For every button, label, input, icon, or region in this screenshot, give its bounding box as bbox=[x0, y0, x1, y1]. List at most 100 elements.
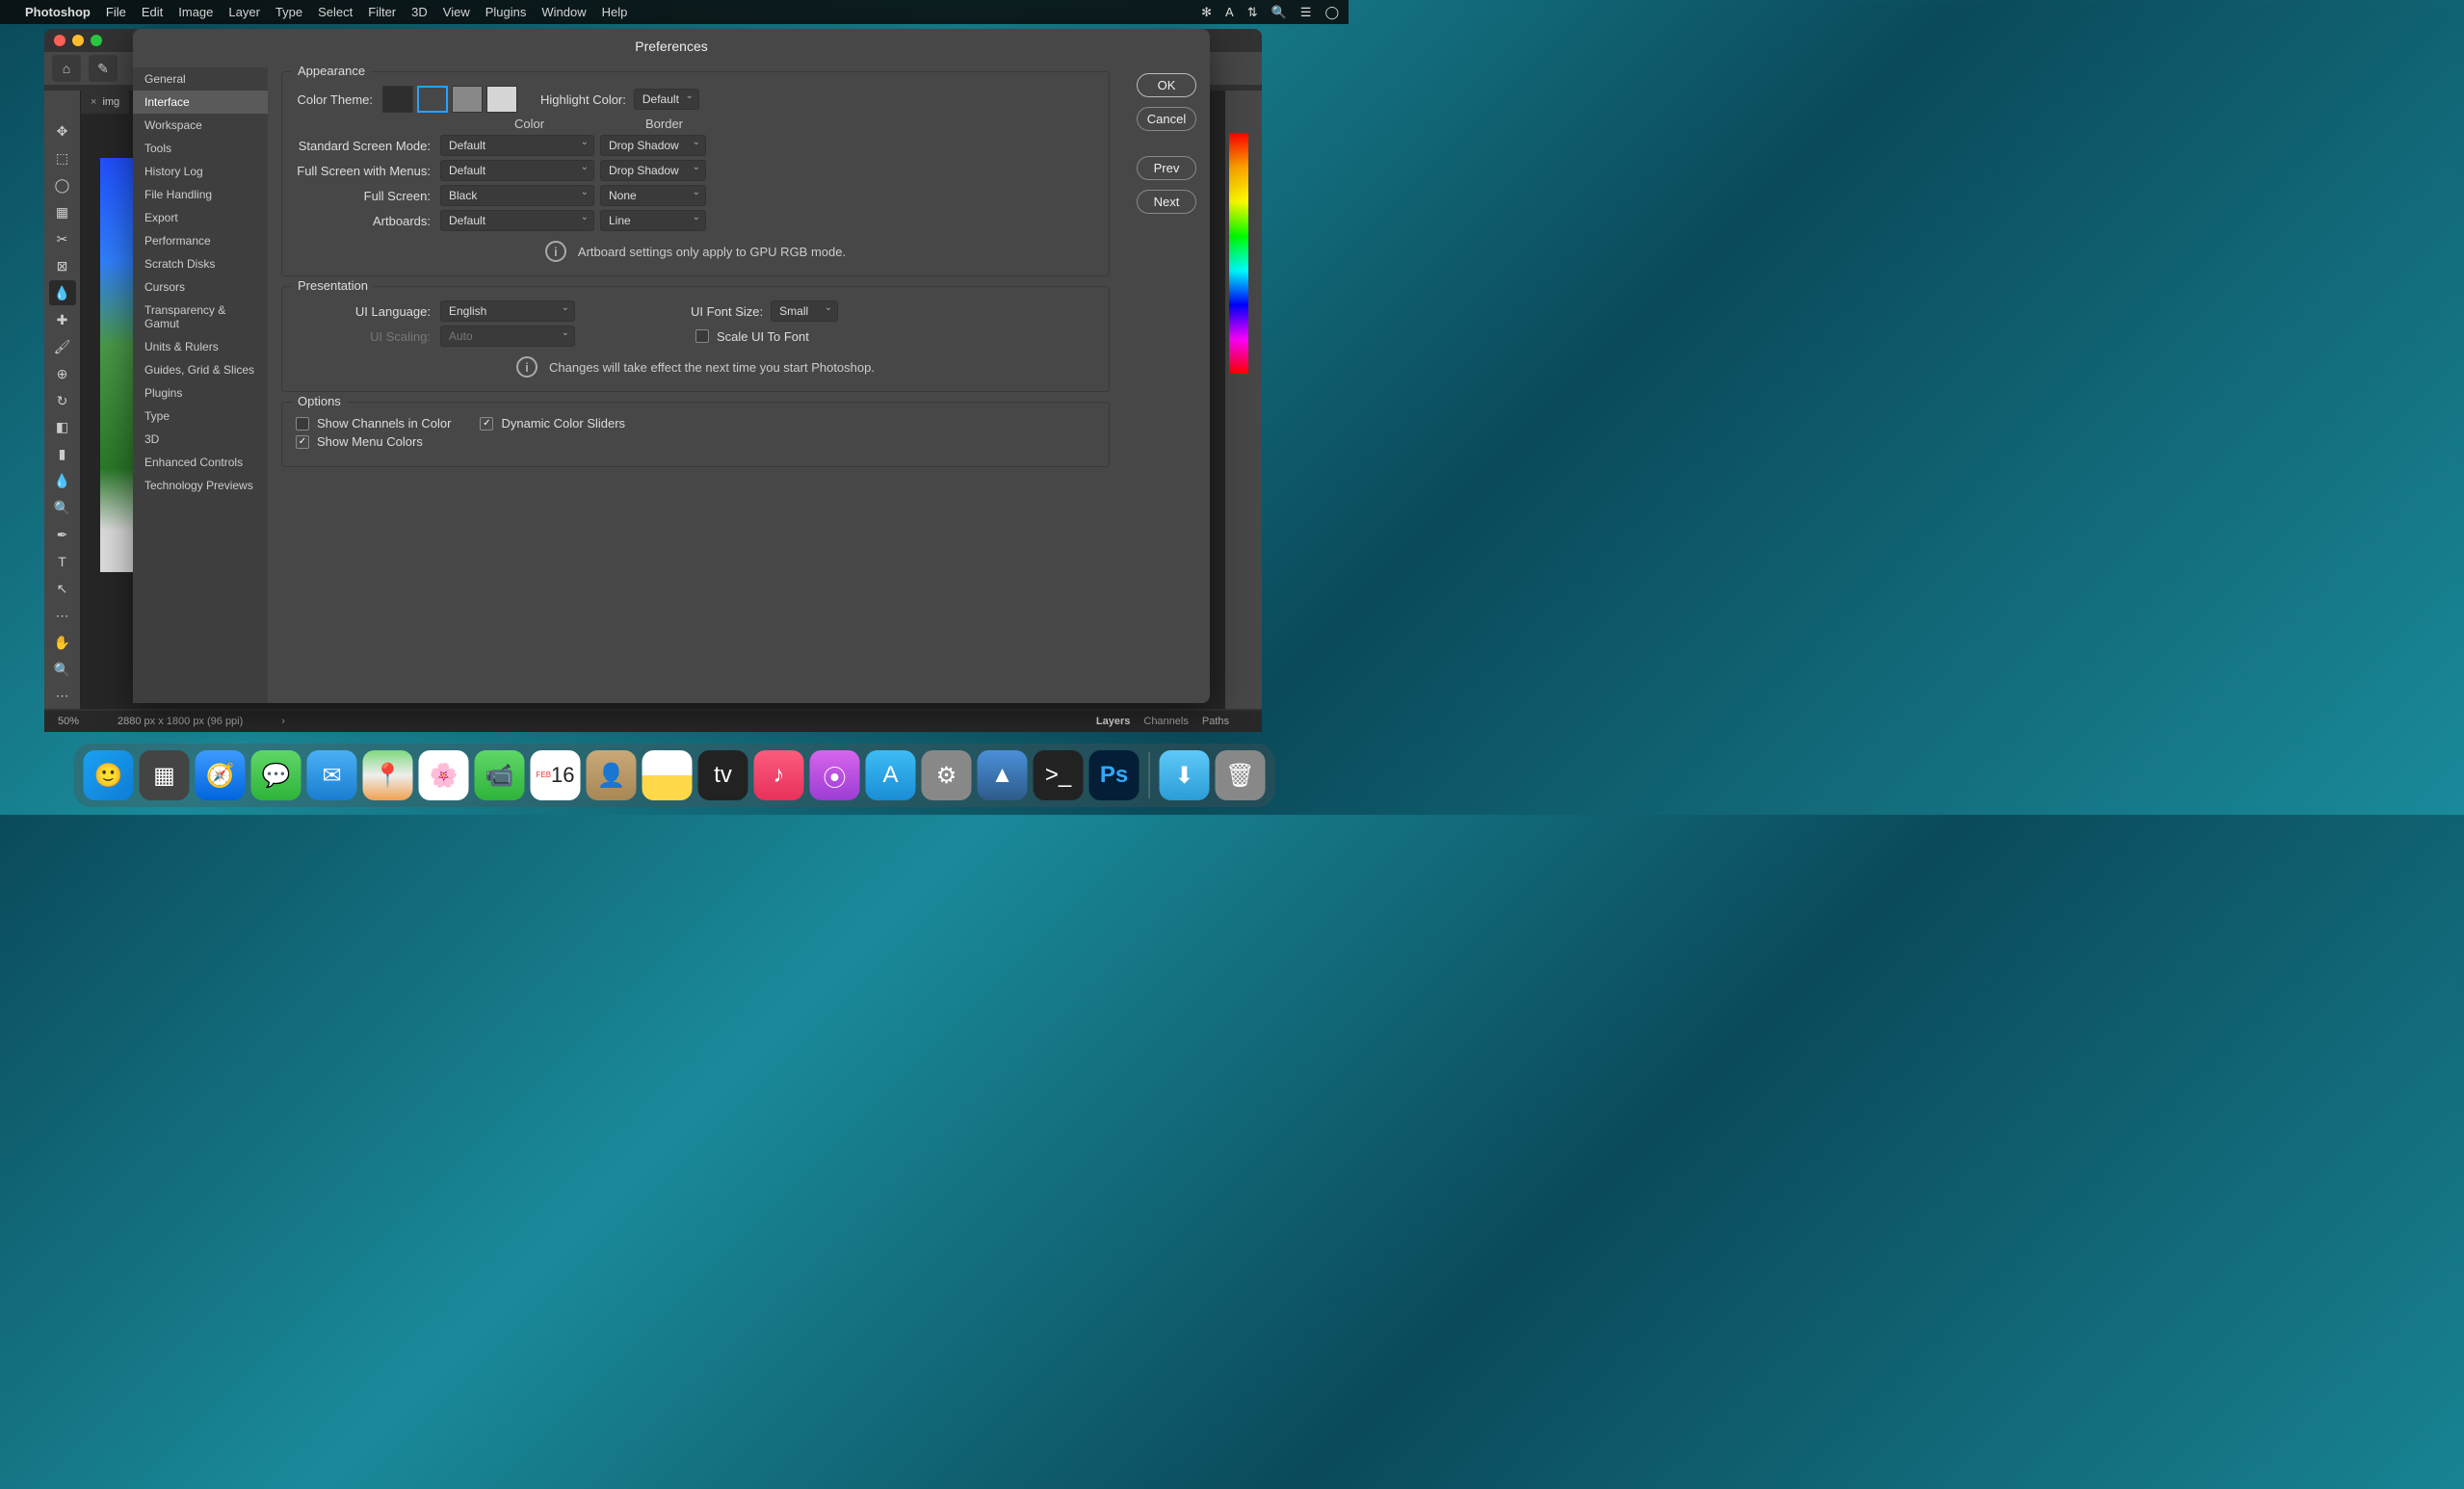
fsm-color[interactable]: Default bbox=[440, 160, 594, 181]
cat-history[interactable]: History Log bbox=[133, 160, 268, 183]
highlight-select[interactable]: Default bbox=[634, 89, 699, 110]
menu-layer[interactable]: Layer bbox=[228, 5, 260, 19]
tv-icon[interactable]: tv bbox=[698, 750, 748, 800]
nordic-app-icon[interactable]: ▲ bbox=[978, 750, 1028, 800]
notes-icon[interactable] bbox=[642, 750, 693, 800]
theme-dark[interactable] bbox=[382, 86, 413, 113]
cat-cursors[interactable]: Cursors bbox=[133, 275, 268, 299]
settings-icon[interactable]: ⚙ bbox=[922, 750, 972, 800]
cat-tools[interactable]: Tools bbox=[133, 137, 268, 160]
maps-icon[interactable]: 📍 bbox=[363, 750, 413, 800]
clock-icon[interactable]: ◯ bbox=[1324, 5, 1339, 20]
tab-channels[interactable]: Channels bbox=[1143, 716, 1188, 727]
menu-file[interactable]: File bbox=[106, 5, 126, 19]
eyedropper-options[interactable]: ✎ bbox=[89, 55, 118, 82]
healing-tool[interactable]: ✚ bbox=[49, 307, 76, 332]
theme-medium-light[interactable] bbox=[452, 86, 483, 113]
cat-general[interactable]: General bbox=[133, 67, 268, 91]
cat-scratch[interactable]: Scratch Disks bbox=[133, 252, 268, 275]
fs-border[interactable]: None bbox=[600, 185, 706, 206]
color-spectrum[interactable] bbox=[1229, 133, 1248, 374]
cat-3d[interactable]: 3D bbox=[133, 428, 268, 451]
eraser-tool[interactable]: ◧ bbox=[49, 415, 76, 440]
scale-ui-cb[interactable]: Scale UI To Font bbox=[695, 329, 809, 344]
more-tools[interactable]: ⋯ bbox=[49, 603, 76, 628]
move-tool[interactable]: ✥ bbox=[49, 119, 76, 144]
dodge-tool[interactable]: 🔍 bbox=[49, 496, 76, 521]
menu-filter[interactable]: Filter bbox=[368, 5, 396, 19]
edit-toolbar[interactable]: ⋯ bbox=[49, 684, 76, 709]
eyedropper-tool[interactable]: 💧 bbox=[49, 280, 76, 305]
contacts-icon[interactable]: 👤 bbox=[587, 750, 637, 800]
cat-interface[interactable]: Interface bbox=[133, 91, 268, 114]
brush-tool[interactable]: 🖌 bbox=[49, 334, 76, 359]
search-icon[interactable]: 🔍 bbox=[1271, 5, 1287, 20]
theme-light[interactable] bbox=[486, 86, 517, 113]
fsm-border[interactable]: Drop Shadow bbox=[600, 160, 706, 181]
minimize-window[interactable] bbox=[72, 35, 84, 46]
cat-plugins[interactable]: Plugins bbox=[133, 381, 268, 405]
menu-window[interactable]: Window bbox=[541, 5, 586, 19]
close-tab-icon[interactable]: × bbox=[91, 96, 96, 108]
cat-type[interactable]: Type bbox=[133, 405, 268, 428]
cat-guides[interactable]: Guides, Grid & Slices bbox=[133, 358, 268, 381]
path-select-tool[interactable]: ↖ bbox=[49, 576, 76, 601]
cat-enhanced[interactable]: Enhanced Controls bbox=[133, 451, 268, 474]
menu-edit[interactable]: Edit bbox=[142, 5, 163, 19]
safari-icon[interactable]: 🧭 bbox=[196, 750, 246, 800]
gradient-tool[interactable]: ▮ bbox=[49, 442, 76, 467]
menu-plugins[interactable]: Plugins bbox=[485, 5, 527, 19]
wifi-icon[interactable]: ⇅ bbox=[1247, 5, 1258, 20]
appstore-icon[interactable]: A bbox=[866, 750, 916, 800]
document-tab[interactable]: × img bbox=[81, 91, 129, 114]
blur-tool[interactable]: 💧 bbox=[49, 469, 76, 494]
tab-layers[interactable]: Layers bbox=[1096, 716, 1130, 727]
stamp-tool[interactable]: ⊕ bbox=[49, 361, 76, 386]
ok-button[interactable]: OK bbox=[1137, 73, 1196, 97]
keyboard-icon[interactable]: A bbox=[1225, 5, 1234, 20]
launchpad-icon[interactable]: ▦ bbox=[140, 750, 190, 800]
podcasts-icon[interactable]: ⦿ bbox=[810, 750, 860, 800]
next-button[interactable]: Next bbox=[1137, 190, 1196, 214]
menu-help[interactable]: Help bbox=[602, 5, 628, 19]
facetime-icon[interactable]: 📹 bbox=[475, 750, 525, 800]
menu-colors-cb[interactable]: ✓Show Menu Colors bbox=[296, 434, 423, 449]
dynamic-sliders-cb[interactable]: ✓Dynamic Color Sliders bbox=[480, 416, 625, 431]
ab-border[interactable]: Line bbox=[600, 210, 706, 231]
cat-transparency[interactable]: Transparency & Gamut bbox=[133, 299, 268, 335]
cat-tech[interactable]: Technology Previews bbox=[133, 474, 268, 497]
std-color[interactable]: Default bbox=[440, 135, 594, 156]
frame-tool[interactable]: ⊠ bbox=[49, 254, 76, 279]
trash-icon[interactable]: 🗑 bbox=[1216, 750, 1266, 800]
doc-info[interactable]: 2880 px x 1800 px (96 ppi) bbox=[118, 716, 243, 727]
lasso-tool[interactable]: ◯ bbox=[49, 173, 76, 198]
status-icon[interactable]: ✻ bbox=[1201, 5, 1212, 20]
maximize-window[interactable] bbox=[91, 35, 102, 46]
channels-color-cb[interactable]: Show Channels in Color bbox=[296, 416, 451, 431]
finder-icon[interactable]: 🙂 bbox=[84, 750, 134, 800]
downloads-icon[interactable]: ⬇ bbox=[1160, 750, 1210, 800]
calendar-icon[interactable]: FEB16 bbox=[531, 750, 581, 800]
theme-medium-dark[interactable] bbox=[417, 86, 448, 113]
lang-select[interactable]: English bbox=[440, 300, 575, 322]
menu-3d[interactable]: 3D bbox=[411, 5, 428, 19]
cat-performance[interactable]: Performance bbox=[133, 229, 268, 252]
history-brush-tool[interactable]: ↻ bbox=[49, 388, 76, 413]
photoshop-icon[interactable]: Ps bbox=[1089, 750, 1140, 800]
zoom-tool[interactable]: 🔍 bbox=[49, 657, 76, 682]
type-tool[interactable]: T bbox=[49, 550, 76, 575]
zoom-level[interactable]: 50% bbox=[58, 716, 79, 727]
tab-paths[interactable]: Paths bbox=[1202, 716, 1229, 727]
cat-workspace[interactable]: Workspace bbox=[133, 114, 268, 137]
cat-export[interactable]: Export bbox=[133, 206, 268, 229]
menu-image[interactable]: Image bbox=[178, 5, 213, 19]
cat-filehandling[interactable]: File Handling bbox=[133, 183, 268, 206]
font-select[interactable]: Small bbox=[771, 300, 838, 322]
app-name[interactable]: Photoshop bbox=[25, 5, 91, 19]
doc-info-chevron[interactable]: › bbox=[281, 716, 285, 727]
terminal-icon[interactable]: >_ bbox=[1034, 750, 1084, 800]
crop-tool[interactable]: ✂ bbox=[49, 227, 76, 252]
std-border[interactable]: Drop Shadow bbox=[600, 135, 706, 156]
home-button[interactable]: ⌂ bbox=[52, 55, 81, 82]
fs-color[interactable]: Black bbox=[440, 185, 594, 206]
